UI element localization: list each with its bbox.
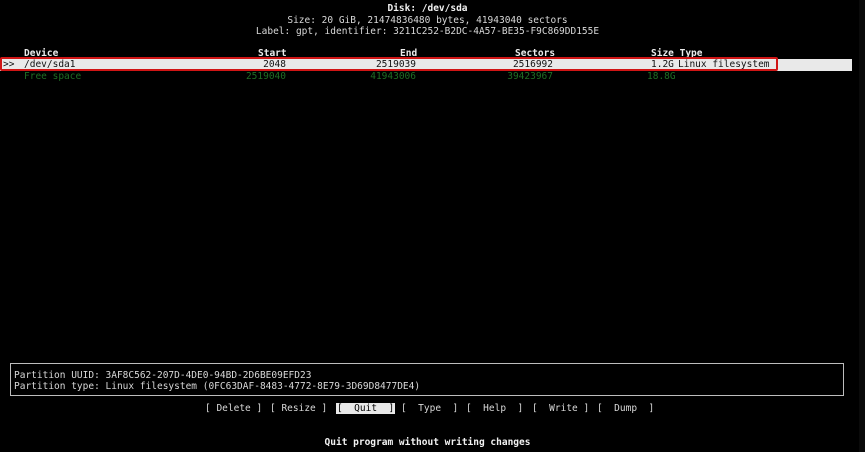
disk-title: Disk: /dev/sda: [387, 3, 468, 14]
column-header-size-type: Size Type: [651, 48, 703, 59]
disk-label-info: Label: gpt, identifier: 3211C252-B2DC-4A…: [255, 26, 600, 37]
free-space-start: 2519040: [245, 71, 286, 82]
partition-uuid-line: Partition UUID: 3AF8C562-207D-4DE0-94BD-…: [14, 370, 312, 381]
selection-marker: >>: [3, 59, 15, 70]
partition-sectors: 2516992: [512, 59, 553, 70]
disk-size-info: Size: 20 GiB, 21474836480 bytes, 4194304…: [287, 15, 568, 26]
type-button[interactable]: [ Type ]: [401, 403, 458, 414]
free-space-device: Free space: [24, 71, 82, 82]
dump-button[interactable]: [ Dump ]: [597, 403, 654, 414]
write-button[interactable]: [ Write ]: [532, 403, 589, 414]
partition-type: Linux filesystem: [678, 59, 770, 70]
partition-row-selected[interactable]: >> /dev/sda1 2048 2519039 2516992 1.2G L…: [0, 59, 852, 71]
column-header-device: Device: [24, 48, 59, 59]
delete-button[interactable]: [ Delete ]: [205, 403, 262, 414]
partition-device: /dev/sda1: [24, 59, 76, 70]
free-space-end: 41943006: [370, 71, 416, 82]
quit-button[interactable]: [ Quit ]: [336, 403, 396, 414]
partition-size: 1.2G: [651, 59, 674, 70]
column-header-end: End: [400, 48, 418, 59]
help-button[interactable]: [ Help ]: [466, 403, 523, 414]
column-header-sectors: Sectors: [515, 48, 556, 59]
free-space-sectors: 39423967: [507, 71, 553, 82]
resize-button[interactable]: [ Resize ]: [270, 403, 327, 414]
window-scrollbar[interactable]: [859, 0, 865, 452]
status-hint: Quit program without writing changes: [324, 437, 531, 448]
partition-start: 2048: [263, 59, 286, 70]
partition-end: 2519039: [375, 59, 416, 70]
free-space-size: 18.8G: [647, 71, 676, 82]
partition-type-line: Partition type: Linux filesystem (0FC63D…: [14, 381, 421, 392]
column-header-start: Start: [258, 48, 287, 59]
